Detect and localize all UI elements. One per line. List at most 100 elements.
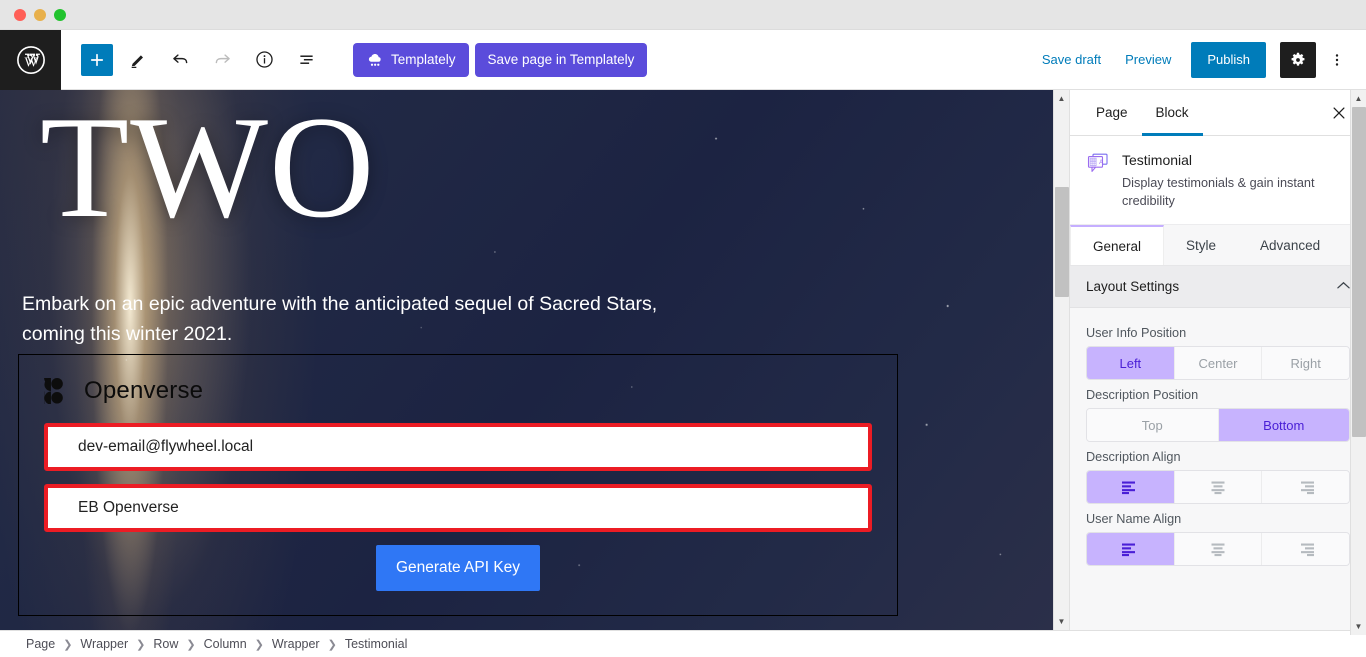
info-icon — [255, 51, 273, 68]
redo-arrow-icon — [215, 54, 230, 64]
settings-button[interactable] — [1280, 41, 1316, 78]
user-name-align-control — [1086, 532, 1350, 567]
layout-settings-panel-body: User Info Position Left Center Right Des… — [1070, 308, 1366, 580]
sidebar-scrollbar[interactable]: ▲ ▼ — [1350, 90, 1366, 635]
user-info-position-control: Left Center Right — [1086, 346, 1350, 381]
save-page-in-templately-label: Save page in Templately — [487, 52, 635, 67]
canvas-scroll-down-arrow[interactable]: ▼ — [1054, 613, 1070, 630]
templately-group: Templately Save page in Templately — [353, 42, 648, 77]
description-align-label: Description Align — [1086, 450, 1181, 465]
publish-button[interactable]: Publish — [1191, 41, 1266, 78]
canvas-scrollbar-thumb[interactable] — [1055, 187, 1069, 297]
tools-pencil-icon[interactable] — [121, 43, 155, 77]
templately-button[interactable]: Templately — [353, 42, 469, 77]
user-name-align-right[interactable] — [1262, 533, 1349, 566]
user-name-align-left[interactable] — [1087, 533, 1175, 566]
svg-text:A: A — [1099, 160, 1103, 166]
minimize-window-button[interactable] — [34, 8, 46, 21]
add-block-button[interactable] — [81, 43, 113, 76]
sidebar-scrollbar-track[interactable] — [1351, 107, 1366, 618]
align-left-icon — [1122, 481, 1136, 494]
breadcrumb-item-testimonial[interactable]: Testimonial — [345, 637, 408, 651]
canvas-scrollbar-track[interactable] — [1054, 107, 1069, 613]
templately-button-label: Templately — [391, 52, 456, 67]
document-info-icon[interactable] — [247, 43, 281, 77]
breadcrumb-item-wrapper-1[interactable]: Wrapper — [80, 637, 128, 651]
breadcrumb: Page ❯ Wrapper ❯ Row ❯ Column ❯ Wrapper … — [0, 630, 1366, 657]
canvas-scroll-up-arrow[interactable]: ▲ — [1054, 90, 1070, 107]
user-info-position-label: User Info Position — [1086, 326, 1187, 341]
breadcrumb-item-row[interactable]: Row — [153, 637, 178, 651]
block-settings-tabs: General Style Advanced — [1070, 224, 1366, 267]
settings-panel-scroll: Layout Settings User Info Position Left … — [1070, 266, 1366, 630]
openverse-name-input[interactable]: EB Openverse — [44, 484, 872, 532]
svg-text:W: W — [24, 54, 37, 69]
undo-arrow-icon — [172, 54, 187, 64]
block-icon-wrap: A — [1086, 152, 1110, 210]
block-settings-sidebar: Page Block A Testimonial Display testimo… — [1069, 90, 1366, 635]
preview-button[interactable]: Preview — [1115, 44, 1181, 75]
sidebar-scroll-up-arrow[interactable]: ▲ — [1351, 90, 1366, 107]
undo-icon[interactable] — [163, 43, 197, 77]
sidebar-scrollbar-thumb[interactable] — [1352, 107, 1366, 437]
maximize-window-button[interactable] — [54, 8, 66, 21]
sidebar-scroll-down-arrow[interactable]: ▼ — [1351, 618, 1366, 635]
sidebar-inner: Page Block A Testimonial Display testimo… — [1070, 90, 1366, 630]
tab-style[interactable]: Style — [1164, 225, 1238, 265]
align-center-icon — [1211, 543, 1225, 556]
description-align-center[interactable] — [1174, 471, 1263, 504]
user-info-position-left[interactable]: Left — [1087, 347, 1175, 380]
list-view-lines-icon — [299, 55, 313, 64]
layout-settings-panel-header[interactable]: Layout Settings — [1070, 266, 1366, 309]
breadcrumb-item-column[interactable]: Column — [204, 637, 247, 651]
user-name-align-center[interactable] — [1174, 533, 1263, 566]
block-info-card: A Testimonial Display testimonials & gai… — [1070, 136, 1366, 224]
openverse-email-input[interactable]: dev-email@flywheel.local — [44, 423, 872, 471]
user-info-position-right[interactable]: Right — [1262, 347, 1349, 380]
save-page-in-templately-button[interactable]: Save page in Templately — [474, 42, 648, 77]
align-left-icon — [1122, 543, 1136, 556]
openverse-block[interactable]: Openverse dev-email@flywheel.local EB Op… — [18, 354, 898, 616]
description-position-top[interactable]: Top — [1087, 409, 1219, 442]
kebab-menu-icon — [1335, 53, 1339, 66]
description-position-control: Top Bottom — [1086, 408, 1350, 443]
generate-api-key-button[interactable]: Generate API Key — [375, 545, 541, 591]
openverse-email-value: dev-email@flywheel.local — [78, 438, 254, 455]
save-draft-button[interactable]: Save draft — [1032, 44, 1111, 75]
description-align-control — [1086, 470, 1350, 505]
breadcrumb-separator: ❯ — [63, 638, 73, 651]
list-view-icon[interactable] — [289, 43, 323, 77]
toolbar-left-group: Templately Save page in Templately — [61, 30, 648, 89]
hero-subtitle: Embark on an epic adventure with the ant… — [22, 293, 658, 345]
breadcrumb-item-wrapper-2[interactable]: Wrapper — [272, 637, 320, 651]
close-icon — [1333, 106, 1345, 119]
plus-icon — [90, 53, 104, 66]
editor-toolbar: W Templately Save page in Templately Sav… — [0, 30, 1366, 90]
canvas-scrollbar[interactable]: ▲ ▼ — [1053, 90, 1069, 630]
description-align-left[interactable] — [1087, 471, 1175, 504]
more-options-button[interactable] — [1322, 42, 1352, 78]
user-info-position-center[interactable]: Center — [1174, 347, 1263, 380]
description-align-right[interactable] — [1262, 471, 1349, 504]
openverse-brand-name: Openverse — [84, 377, 204, 404]
tab-page[interactable]: Page — [1082, 90, 1142, 135]
align-right-icon — [1300, 543, 1314, 556]
sidebar-tab-bar: Page Block — [1070, 90, 1366, 136]
hero-section: TWO Embark on an epic adventure with the… — [0, 90, 1053, 630]
traffic-lights — [14, 8, 66, 21]
breadcrumb-separator: ❯ — [327, 638, 337, 651]
wordpress-logo-button[interactable]: W — [0, 30, 61, 90]
tab-advanced[interactable]: Advanced — [1238, 225, 1342, 265]
description-position-bottom[interactable]: Bottom — [1218, 409, 1349, 442]
tab-block[interactable]: Block — [1141, 90, 1203, 136]
breadcrumb-item-page[interactable]: Page — [26, 637, 55, 651]
testimonial-block-icon: A — [1087, 153, 1108, 172]
block-title: Testimonial — [1122, 152, 1193, 168]
close-window-button[interactable] — [14, 8, 26, 21]
gear-icon — [1291, 52, 1305, 66]
tab-general[interactable]: General — [1070, 225, 1165, 266]
user-name-align-label: User Name Align — [1086, 512, 1182, 527]
chevron-up-icon[interactable] — [1337, 281, 1350, 293]
redo-icon[interactable] — [205, 43, 239, 77]
page-canvas[interactable]: TWO Embark on an epic adventure with the… — [0, 90, 1053, 630]
